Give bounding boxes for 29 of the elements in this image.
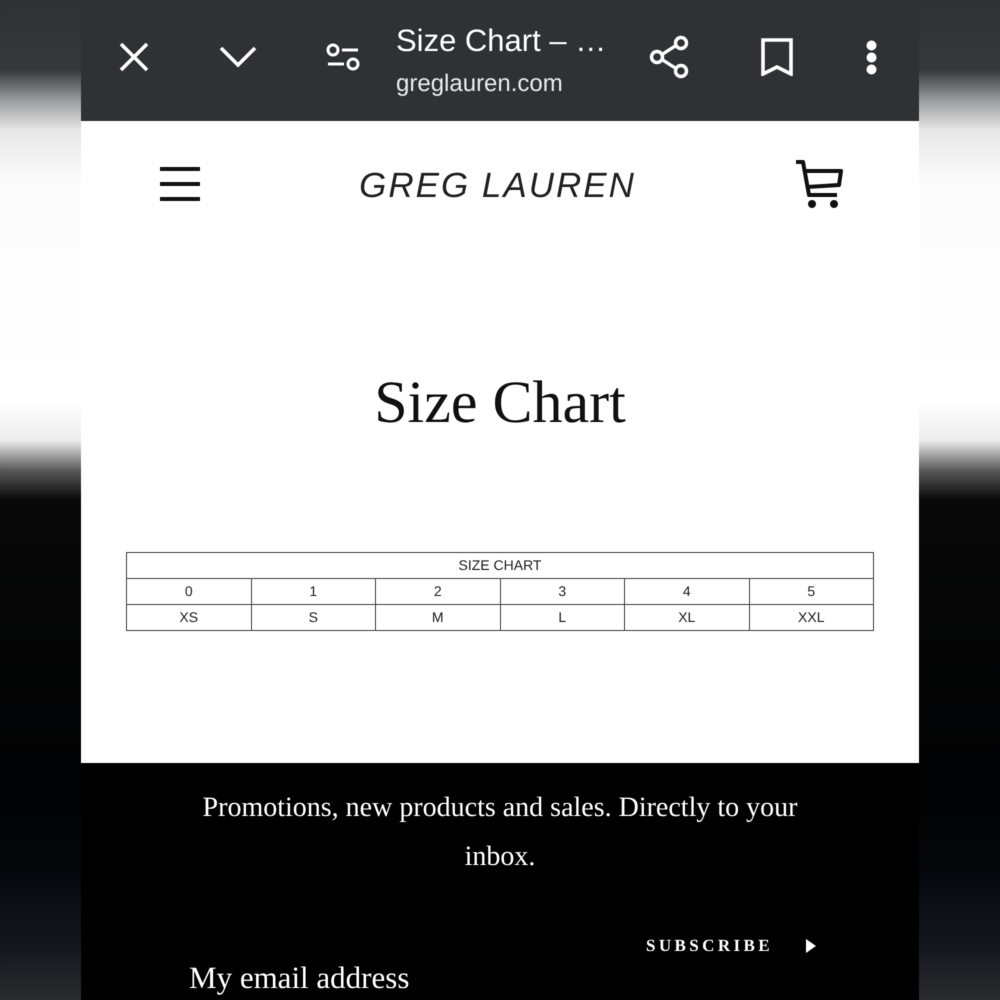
email-field[interactable]: My email address bbox=[189, 956, 809, 999]
table-cell: XS bbox=[126, 604, 251, 630]
bookmark-icon[interactable] bbox=[761, 38, 793, 76]
page-title: Size Chart – … bbox=[396, 22, 606, 58]
table-cell: 4 bbox=[624, 578, 749, 604]
table-cell: 3 bbox=[500, 578, 624, 604]
page-heading: Size Chart bbox=[374, 368, 626, 437]
table-cell: 1 bbox=[251, 578, 376, 604]
newsletter-text: Promotions, new products and sales. Directly to your inbox. bbox=[202, 791, 798, 874]
table-cell: M bbox=[376, 604, 500, 630]
tune-icon[interactable] bbox=[326, 43, 360, 71]
table-cell: L bbox=[500, 604, 624, 630]
table-title: SIZE CHART bbox=[126, 552, 874, 578]
more-options-icon[interactable] bbox=[866, 40, 877, 74]
subscribe-button[interactable]: SUBSCRIBE bbox=[646, 936, 816, 956]
table-cell: S bbox=[251, 604, 376, 630]
menu-icon[interactable] bbox=[160, 167, 200, 201]
table-cell: XXL bbox=[749, 604, 874, 630]
table-cell: 2 bbox=[376, 578, 500, 604]
share-icon[interactable] bbox=[649, 35, 689, 79]
site-logo[interactable]: GREG LAUREN bbox=[359, 164, 636, 208]
table-cell: 0 bbox=[126, 578, 251, 604]
chevron-down-icon[interactable] bbox=[219, 46, 257, 68]
page-url: greglauren.com bbox=[396, 68, 563, 98]
close-icon[interactable] bbox=[119, 42, 149, 72]
table-cell: 5 bbox=[749, 578, 874, 604]
cart-icon[interactable] bbox=[795, 159, 843, 209]
table-cell: XL bbox=[624, 604, 749, 630]
caret-right-icon bbox=[806, 939, 816, 953]
